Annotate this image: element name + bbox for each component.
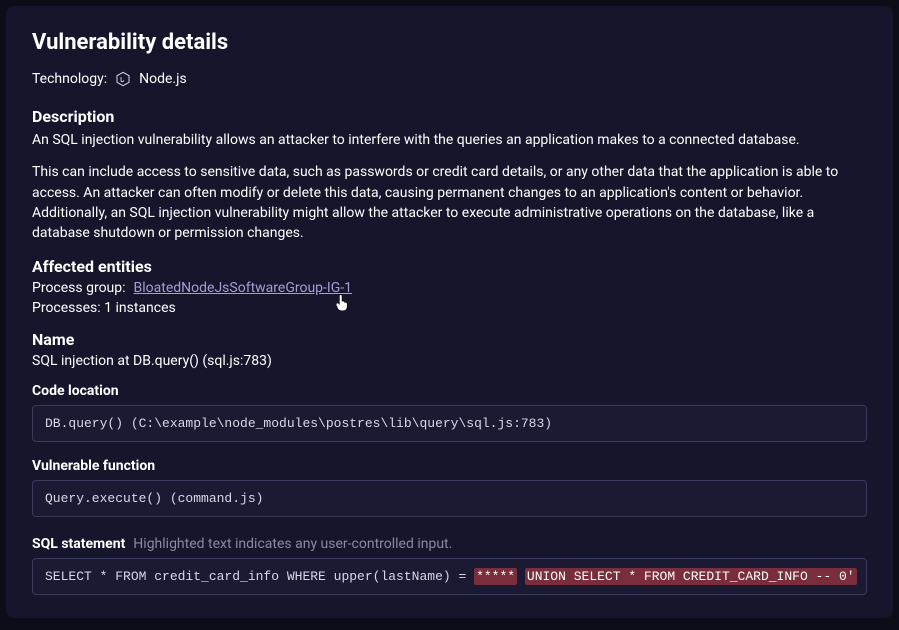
- sql-statement-label: SQL statement: [32, 536, 125, 552]
- name-value: SQL injection at DB.query() (sql.js:783): [32, 353, 867, 369]
- page-title: Vulnerability details: [32, 30, 867, 55]
- nodejs-icon: [115, 71, 131, 87]
- code-location-box: DB.query() (C:\example\node_modules\post…: [32, 405, 867, 442]
- description-paragraph-2: This can include access to sensitive dat…: [32, 162, 867, 243]
- vulnerable-function-label: Vulnerable function: [32, 458, 867, 474]
- vulnerability-details-panel: Vulnerability details Technology: Node.j…: [6, 6, 893, 618]
- name-heading: Name: [32, 330, 867, 349]
- sql-statement-hint: Highlighted text indicates any user-cont…: [133, 536, 452, 552]
- sql-highlight-1: *****: [474, 568, 517, 585]
- process-group-link[interactable]: BloatedNodeJsSoftwareGroup-IG-1: [134, 280, 352, 296]
- vulnerable-function-box: Query.execute() (command.js): [32, 480, 867, 517]
- sql-highlight-2: UNION SELECT * FROM CREDIT_CARD_INFO -- …: [525, 568, 857, 585]
- affected-entities-heading: Affected entities: [32, 257, 867, 276]
- process-group-row: Process group: BloatedNodeJsSoftwareGrou…: [32, 280, 867, 296]
- sql-statement-box: SELECT * FROM credit_card_info WHERE upp…: [32, 558, 867, 595]
- process-group-label: Process group:: [32, 280, 126, 296]
- processes-count: Processes: 1 instances: [32, 300, 867, 316]
- sql-prefix: SELECT * FROM credit_card_info WHERE upp…: [45, 569, 474, 584]
- technology-label: Technology:: [32, 71, 107, 87]
- technology-row: Technology: Node.js: [32, 71, 867, 87]
- code-location-label: Code location: [32, 383, 867, 399]
- description-heading: Description: [32, 107, 867, 126]
- technology-value: Node.js: [139, 71, 187, 87]
- description-paragraph-1: An SQL injection vulnerability allows an…: [32, 130, 867, 150]
- sql-mid: [517, 569, 525, 584]
- sql-statement-header: SQL statement Highlighted text indicates…: [32, 533, 867, 552]
